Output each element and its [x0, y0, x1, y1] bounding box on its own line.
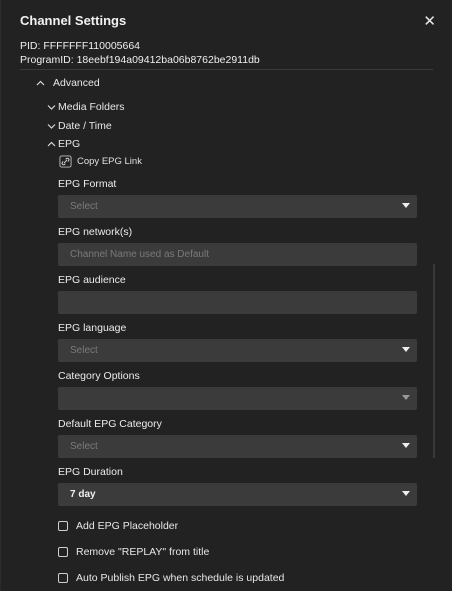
- id-info: PID: FFFFFFF110005664 ProgramID: 18eebf1…: [20, 39, 260, 67]
- auto-publish-epg-label: Auto Publish EPG when schedule is update…: [76, 572, 285, 584]
- add-epg-placeholder-label: Add EPG Placeholder: [76, 520, 179, 532]
- checkbox-box[interactable]: [58, 547, 68, 557]
- caret-down-icon: [402, 203, 410, 208]
- default-epg-category-label: Default EPG Category: [58, 418, 162, 430]
- dialog-title: Channel Settings: [20, 13, 127, 28]
- advanced-label: Advanced: [53, 77, 100, 89]
- epg-format-select[interactable]: Select: [58, 195, 417, 218]
- add-epg-placeholder-checkbox[interactable]: Add EPG Placeholder: [58, 520, 178, 532]
- epg-audience-input[interactable]: [58, 291, 417, 314]
- checkbox-box[interactable]: [58, 573, 68, 583]
- epg-network-placeholder: Channel Name used as Default: [70, 249, 209, 260]
- channel-settings-dialog: Channel Settings ✕ PID: FFFFFFF110005664…: [0, 0, 452, 591]
- chevron-down-icon: [47, 104, 58, 110]
- chevron-up-icon: [36, 80, 47, 86]
- caret-down-icon: [402, 443, 410, 448]
- caret-down-icon: [402, 491, 410, 496]
- copy-link-label: Copy EPG Link: [77, 156, 142, 167]
- default-epg-category-value: Select: [70, 441, 98, 452]
- epg-language-value: Select: [70, 345, 98, 356]
- program-id-text: ProgramID: 18eebf194a09412ba06b8762be291…: [20, 54, 260, 66]
- caret-down-icon: [402, 395, 410, 400]
- date-time-label: Date / Time: [58, 120, 112, 132]
- remove-replay-checkbox[interactable]: Remove "REPLAY" from title: [58, 546, 209, 558]
- epg-language-label: EPG language: [58, 322, 127, 334]
- chevron-up-icon: [47, 141, 58, 147]
- close-icon[interactable]: ✕: [423, 12, 436, 30]
- epg-language-select[interactable]: Select: [58, 339, 417, 362]
- epg-toggle[interactable]: EPG: [47, 138, 80, 150]
- epg-duration-label: EPG Duration: [58, 466, 123, 478]
- epg-duration-select[interactable]: 7 day: [58, 483, 417, 506]
- remove-replay-label: Remove "REPLAY" from title: [76, 546, 210, 558]
- epg-format-label: EPG Format: [58, 178, 117, 190]
- epg-format-value: Select: [70, 201, 98, 212]
- auto-publish-epg-checkbox[interactable]: Auto Publish EPG when schedule is update…: [58, 572, 284, 584]
- category-options-select[interactable]: [58, 387, 417, 410]
- media-folders-label: Media Folders: [58, 101, 125, 113]
- epg-network-input[interactable]: Channel Name used as Default: [58, 243, 417, 266]
- advanced-toggle[interactable]: Advanced: [36, 77, 100, 89]
- date-time-toggle[interactable]: Date / Time: [47, 120, 112, 132]
- default-epg-category-select[interactable]: Select: [58, 435, 417, 458]
- epg-network-label: EPG network(s): [58, 226, 133, 238]
- chevron-down-icon: [47, 123, 58, 129]
- category-options-label: Category Options: [58, 370, 140, 382]
- epg-label: EPG: [58, 138, 81, 150]
- scrollbar[interactable]: [433, 264, 435, 458]
- link-icon: [59, 155, 72, 168]
- epg-duration-value: 7 day: [70, 489, 96, 500]
- epg-audience-label: EPG audience: [58, 274, 126, 286]
- checkbox-box[interactable]: [58, 521, 68, 531]
- divider: [20, 69, 433, 70]
- pid-text: PID: FFFFFFF110005664: [20, 40, 141, 52]
- copy-epg-link[interactable]: Copy EPG Link: [59, 155, 142, 168]
- caret-down-icon: [402, 347, 410, 352]
- media-folders-toggle[interactable]: Media Folders: [47, 101, 125, 113]
